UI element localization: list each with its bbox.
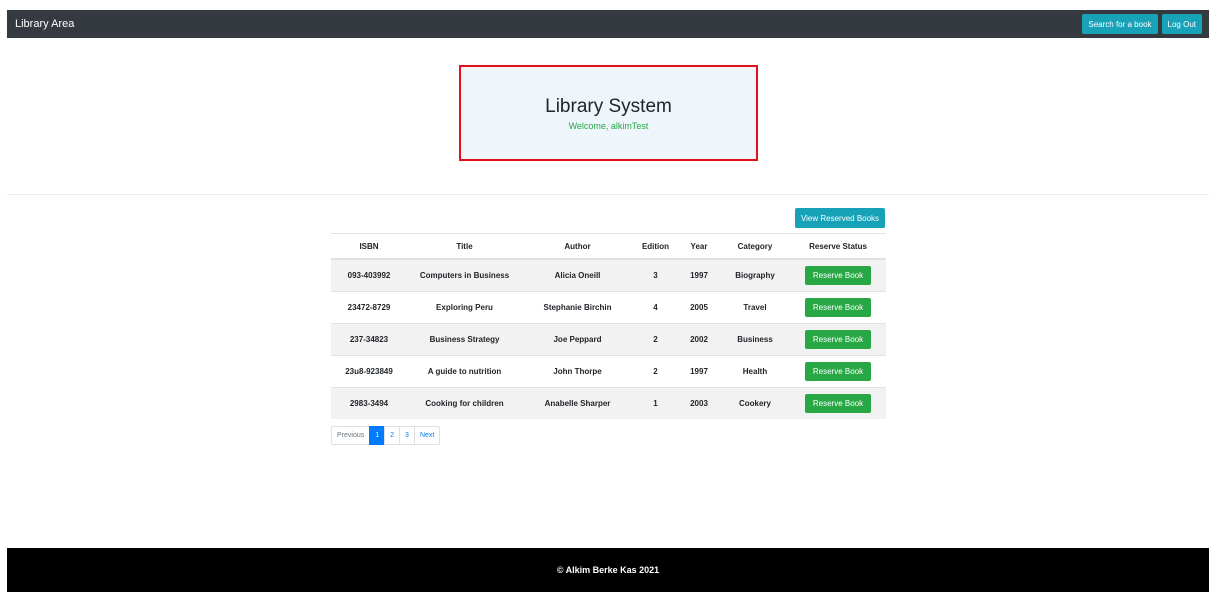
cell-author: Stephanie Birchin xyxy=(522,291,633,324)
page: Library Area Search for a book Log Out L… xyxy=(0,0,1209,592)
cell-edition: 1 xyxy=(633,387,678,419)
cell-category: Business xyxy=(720,323,790,356)
top-strip xyxy=(0,0,1209,10)
header-author: Author xyxy=(522,233,633,260)
cell-author: Alicia Oneill xyxy=(522,258,633,292)
cell-year: 2003 xyxy=(678,387,720,419)
table-row: 23472-8729 Exploring Peru Stephanie Birc… xyxy=(331,291,886,324)
cell-title: Computers in Business xyxy=(407,258,522,292)
cell-category: Cookery xyxy=(720,387,790,419)
search-book-button[interactable]: Search for a book xyxy=(1082,14,1158,34)
cell-isbn: 23472-8729 xyxy=(331,291,407,324)
cell-reserve: Reserve Book xyxy=(790,355,886,388)
header-reserve-status: Reserve Status xyxy=(790,233,886,260)
header-title: Title xyxy=(407,233,522,260)
cell-year: 1997 xyxy=(678,258,720,292)
table-row: 237-34823 Business Strategy Joe Peppard … xyxy=(331,323,886,356)
reserve-book-button[interactable]: Reserve Book xyxy=(804,330,872,349)
pagination-page-1[interactable]: 1 xyxy=(369,426,386,445)
header-edition: Edition xyxy=(633,233,678,260)
pagination-next[interactable]: Next xyxy=(413,426,441,445)
view-reserved-books-button[interactable]: View Reserved Books xyxy=(795,208,885,228)
pagination-previous[interactable]: Previous xyxy=(331,426,371,445)
header-year: Year xyxy=(678,233,720,260)
cell-category: Travel xyxy=(720,291,790,324)
cell-isbn: 2983-3494 xyxy=(331,387,407,419)
divider xyxy=(7,194,1209,195)
cell-edition: 2 xyxy=(633,355,678,388)
page-title: Library System xyxy=(545,95,672,117)
cell-isbn: 093-403992 xyxy=(331,258,407,292)
table-header-row: ISBN Title Author Edition Year Category … xyxy=(331,233,886,260)
cell-title: Cooking for children xyxy=(407,387,522,419)
welcome-message: Welcome, alkimTest xyxy=(568,120,649,131)
navbar-actions: Search for a book Log Out xyxy=(1082,14,1202,34)
cell-category: Biography xyxy=(720,258,790,292)
cell-title: Exploring Peru xyxy=(407,291,522,324)
logout-button[interactable]: Log Out xyxy=(1161,14,1202,34)
cell-year: 2002 xyxy=(678,323,720,356)
pagination: Previous 1 2 3 Next xyxy=(331,426,441,445)
hero-box: Library System Welcome, alkimTest xyxy=(459,65,758,161)
cell-author: John Thorpe xyxy=(522,355,633,388)
cell-author: Anabelle Sharper xyxy=(522,387,633,419)
reserve-book-button[interactable]: Reserve Book xyxy=(804,298,872,317)
reserve-book-button[interactable]: Reserve Book xyxy=(804,362,872,381)
cell-reserve: Reserve Book xyxy=(790,258,886,292)
header-category: Category xyxy=(720,233,790,260)
navbar: Library Area Search for a book Log Out xyxy=(7,10,1209,38)
cell-category: Health xyxy=(720,355,790,388)
pagination-page-3[interactable]: 3 xyxy=(399,426,415,445)
cell-isbn: 23u8-923849 xyxy=(331,355,407,388)
cell-reserve: Reserve Book xyxy=(790,291,886,324)
cell-edition: 3 xyxy=(633,258,678,292)
cell-edition: 2 xyxy=(633,323,678,356)
footer: © Alkim Berke Kas 2021 xyxy=(7,548,1209,592)
cell-edition: 4 xyxy=(633,291,678,324)
cell-author: Joe Peppard xyxy=(522,323,633,356)
table-row: 093-403992 Computers in Business Alicia … xyxy=(331,258,886,292)
cell-title: A guide to nutrition xyxy=(407,355,522,388)
cell-isbn: 237-34823 xyxy=(331,323,407,356)
header-isbn: ISBN xyxy=(331,233,407,260)
cell-reserve: Reserve Book xyxy=(790,387,886,419)
pagination-page-2[interactable]: 2 xyxy=(384,426,401,445)
brand-title[interactable]: Library Area xyxy=(15,18,74,30)
cell-year: 1997 xyxy=(678,355,720,388)
cell-title: Business Strategy xyxy=(407,323,522,356)
footer-copyright: © Alkim Berke Kas 2021 xyxy=(556,565,660,575)
books-table: ISBN Title Author Edition Year Category … xyxy=(331,233,886,419)
reserve-book-button[interactable]: Reserve Book xyxy=(804,266,872,285)
table-row: 2983-3494 Cooking for children Anabelle … xyxy=(331,387,886,419)
cell-year: 2005 xyxy=(678,291,720,324)
cell-reserve: Reserve Book xyxy=(790,323,886,356)
table-row: 23u8-923849 A guide to nutrition John Th… xyxy=(331,355,886,388)
reserve-book-button[interactable]: Reserve Book xyxy=(804,394,872,413)
